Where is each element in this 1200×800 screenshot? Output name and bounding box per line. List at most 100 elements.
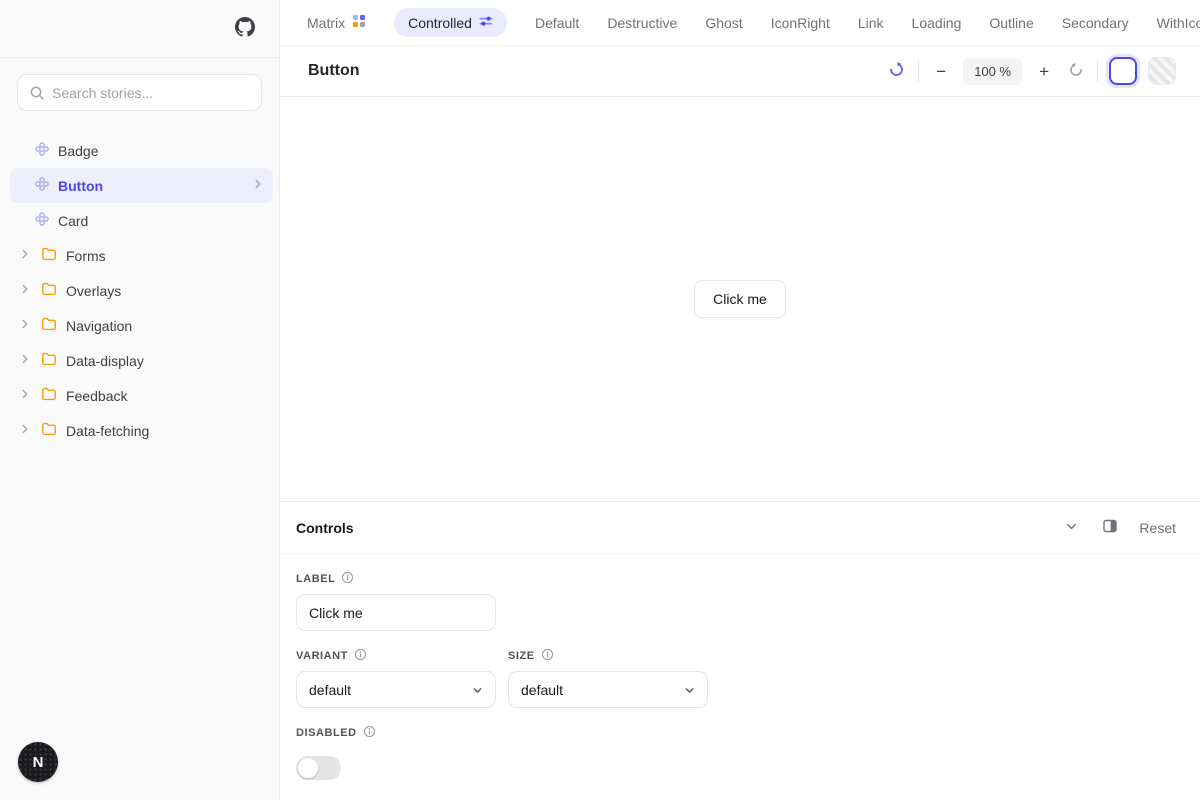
tab-label: Default <box>535 15 579 31</box>
toggle-knob <box>298 758 318 778</box>
story-tabbar: Matrix Controlled Default Destructive Gh… <box>280 0 1200 46</box>
chevron-down-icon <box>1064 519 1079 537</box>
component-icon <box>35 142 49 159</box>
variant-select-value: default <box>309 682 351 698</box>
tab-loading[interactable]: Loading <box>912 15 962 31</box>
tab-default[interactable]: Default <box>535 15 579 31</box>
matrix-grid-icon <box>352 14 366 31</box>
tab-link[interactable]: Link <box>858 15 884 31</box>
size-select-value: default <box>521 682 563 698</box>
tab-outline[interactable]: Outline <box>989 15 1033 31</box>
story-toolbar: Button − 100 % + <box>280 46 1200 97</box>
tab-label: Destructive <box>607 15 677 31</box>
sidebar-folder-label: Data-display <box>66 353 144 369</box>
reset-controls-button[interactable]: Reset <box>1139 520 1176 536</box>
tab-matrix[interactable]: Matrix <box>307 14 366 31</box>
page-title: Button <box>308 62 360 80</box>
field-variant-row: VARIANT <box>296 648 496 664</box>
tab-label: Matrix <box>307 15 345 31</box>
folder-icon <box>41 281 57 300</box>
sidebar-item-label: Button <box>58 178 103 194</box>
sidebar-folder-label: Data-fetching <box>66 423 149 439</box>
chevron-right-icon <box>18 317 32 334</box>
panel-position-button[interactable] <box>1100 516 1120 539</box>
sidebar-item-label: Card <box>58 213 88 229</box>
github-icon <box>235 17 255 40</box>
label-control-input[interactable] <box>296 594 496 631</box>
remount-button[interactable] <box>886 59 907 83</box>
tab-label: Loading <box>912 15 962 31</box>
chevron-right-icon <box>18 422 32 439</box>
control-name-label: DISABLED <box>296 727 357 739</box>
folder-icon <box>41 386 57 405</box>
storybook-app: Badge Button Card Forms Overlays <box>0 0 1200 800</box>
minus-icon: − <box>932 63 950 80</box>
disabled-toggle[interactable] <box>296 756 341 780</box>
folder-icon <box>41 421 57 440</box>
toolbar-divider <box>1097 60 1098 82</box>
tab-iconright[interactable]: IconRight <box>771 15 830 31</box>
sidebar-item-button[interactable]: Button <box>10 168 273 203</box>
tab-secondary[interactable]: Secondary <box>1062 15 1129 31</box>
info-icon <box>341 571 354 587</box>
tab-destructive[interactable]: Destructive <box>607 15 677 31</box>
tab-ghost[interactable]: Ghost <box>705 15 742 31</box>
tab-label: Controlled <box>408 15 472 31</box>
variant-select[interactable]: default <box>296 671 496 708</box>
field-label-row: LABEL <box>296 571 1176 587</box>
sidebar-folder-overlays[interactable]: Overlays <box>10 273 273 308</box>
zoom-out-button[interactable]: − <box>930 61 952 82</box>
size-select[interactable]: default <box>508 671 708 708</box>
component-icon <box>35 212 49 229</box>
folder-icon <box>41 246 57 265</box>
story-canvas: Click me <box>280 97 1200 501</box>
sidebar-folder-label: Forms <box>66 248 106 264</box>
zoom-in-button[interactable]: + <box>1033 61 1055 82</box>
background-striped-button[interactable] <box>1148 57 1176 85</box>
sidebar: Badge Button Card Forms Overlays <box>0 0 280 800</box>
info-icon <box>354 648 367 664</box>
reset-zoom-icon <box>1068 62 1084 81</box>
controls-form: LABEL VARIANT default <box>280 554 1200 785</box>
sidebar-folder-navigation[interactable]: Navigation <box>10 308 273 343</box>
remount-icon <box>888 61 905 81</box>
sidebar-folder-feedback[interactable]: Feedback <box>10 378 273 413</box>
tab-controlled[interactable]: Controlled <box>394 8 507 37</box>
sidebar-folder-data-fetching[interactable]: Data-fetching <box>10 413 273 448</box>
controls-title: Controls <box>296 520 354 536</box>
info-icon <box>363 725 376 741</box>
search-input[interactable] <box>18 75 261 110</box>
chevron-right-icon <box>18 282 32 299</box>
sidebar-item-label: Badge <box>58 143 98 159</box>
chevron-right-icon <box>18 352 32 369</box>
tab-label: Link <box>858 15 884 31</box>
reset-zoom-button[interactable] <box>1066 60 1086 83</box>
field-disabled-row: DISABLED <box>296 725 496 741</box>
preview-click-me-button[interactable]: Click me <box>694 280 786 318</box>
control-name-label: VARIANT <box>296 650 348 662</box>
github-button[interactable] <box>235 17 255 40</box>
sidebar-header <box>0 0 279 58</box>
chevron-right-icon <box>18 387 32 404</box>
collapse-panel-button[interactable] <box>1062 517 1081 539</box>
plus-icon: + <box>1035 63 1053 80</box>
user-avatar[interactable]: N <box>18 742 58 782</box>
main-area: Matrix Controlled Default Destructive Gh… <box>280 0 1200 800</box>
sidebar-item-badge[interactable]: Badge <box>10 133 273 168</box>
sidebar-folder-forms[interactable]: Forms <box>10 238 273 273</box>
tab-label: WithIcon <box>1157 15 1200 31</box>
sidebar-folder-data-display[interactable]: Data-display <box>10 343 273 378</box>
tab-withicon[interactable]: WithIcon <box>1157 15 1200 31</box>
zoom-level: 100 % <box>963 58 1022 85</box>
background-light-button[interactable] <box>1109 57 1137 85</box>
sidebar-search <box>0 58 279 111</box>
chevron-right-icon <box>18 247 32 264</box>
folder-icon <box>41 316 57 335</box>
folder-icon <box>41 351 57 370</box>
control-name-label: LABEL <box>296 573 335 585</box>
info-icon <box>541 648 554 664</box>
sidebar-folder-label: Feedback <box>66 388 127 404</box>
story-tree: Badge Button Card Forms Overlays <box>0 111 279 448</box>
sliders-icon <box>479 14 493 31</box>
sidebar-item-card[interactable]: Card <box>10 203 273 238</box>
